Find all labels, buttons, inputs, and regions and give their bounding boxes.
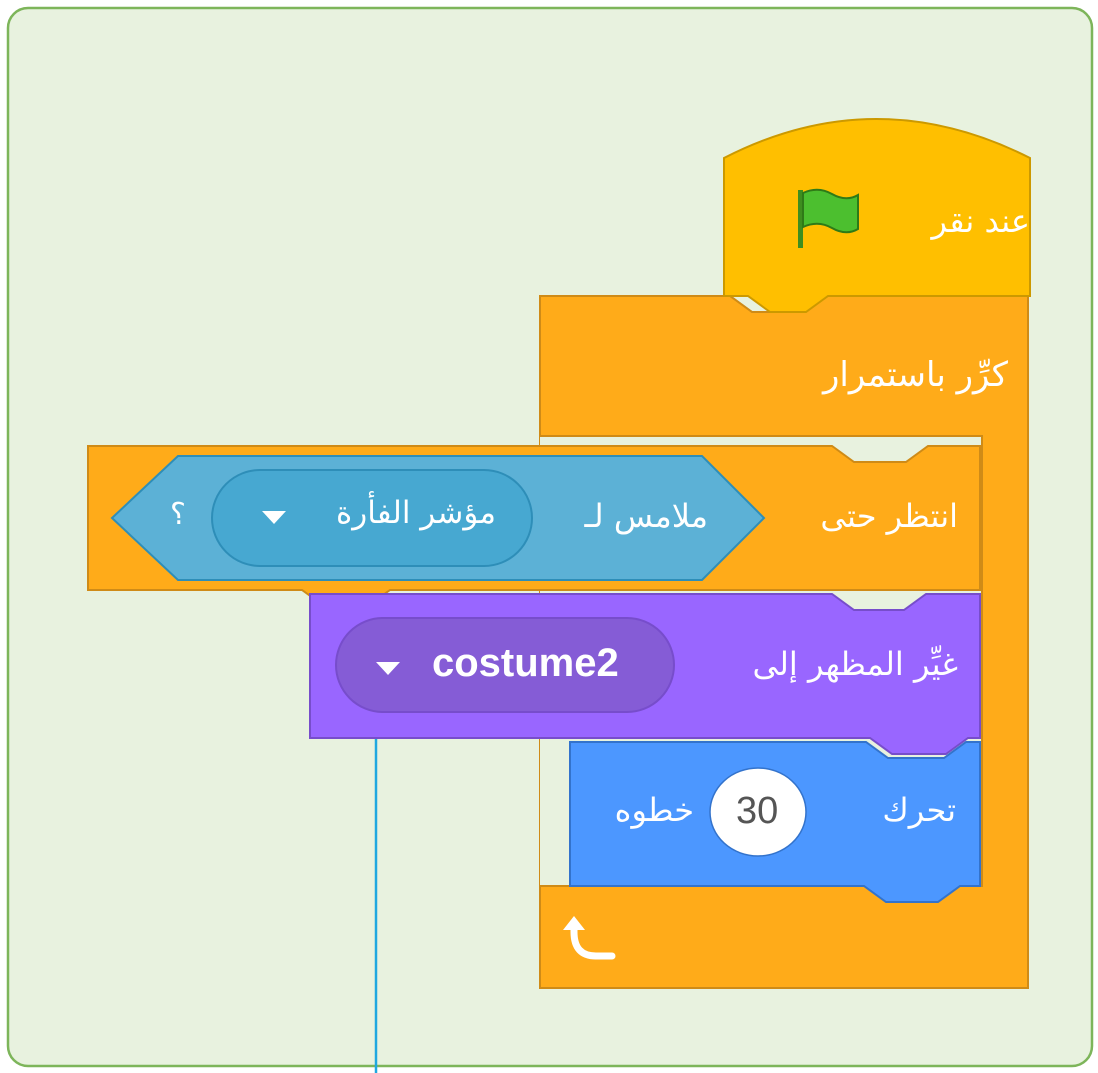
workspace-svg (6, 6, 1094, 1073)
touching-target-label: مؤشر الفأرة (336, 495, 496, 531)
costume-value: costume2 (432, 641, 619, 685)
move-steps-suffix: خطوه (614, 791, 694, 829)
forever-label: كرِّر باستمرار (822, 355, 1008, 395)
scratch-workspace: عند نقر كرِّر باستمرار انتظر حتى ملامس ل… (0, 0, 1098, 1073)
wait-until-label: انتظر حتى (820, 497, 958, 535)
question-mark: ؟ (170, 497, 186, 532)
steps-value[interactable]: 30 (736, 792, 778, 830)
switch-costume-label: غيِّر المظهر إلى (752, 645, 959, 683)
when-flag-label: عند نقر (931, 202, 1030, 240)
move-steps-label: تحرك (882, 791, 956, 829)
touching-label: ملامس لـ (584, 497, 708, 535)
